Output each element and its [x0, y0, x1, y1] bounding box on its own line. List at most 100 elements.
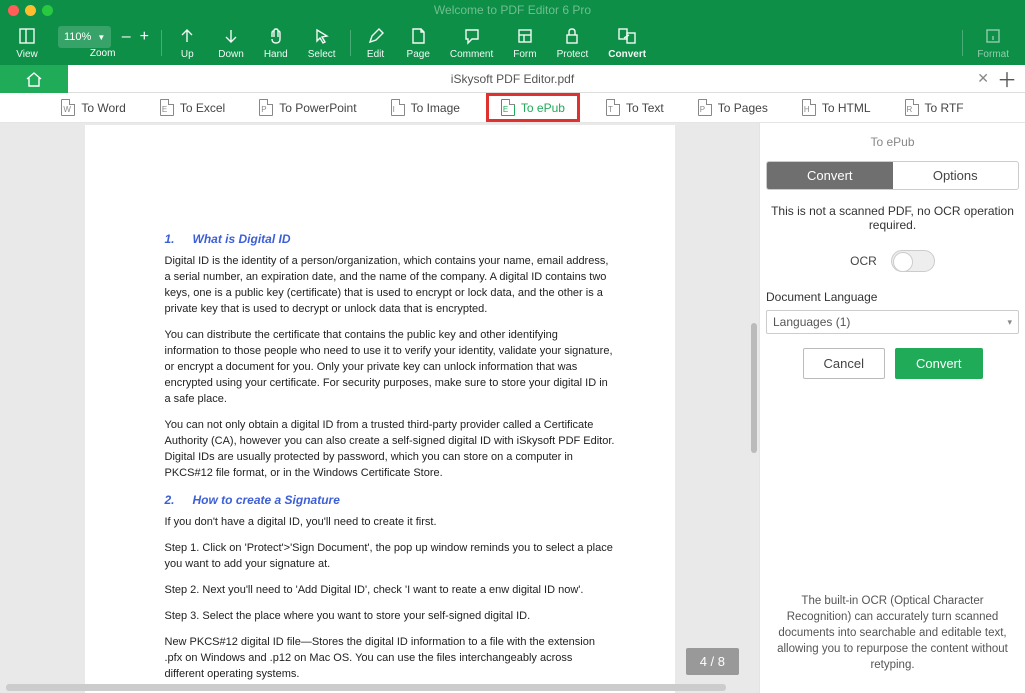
pencil-icon	[365, 25, 387, 47]
main-toolbar: View 110%▼ – + Zoom Up Down Hand Select …	[0, 20, 1025, 65]
edit-button[interactable]: Edit	[365, 25, 387, 60]
file-icon: P	[259, 99, 273, 116]
view-icon	[16, 25, 38, 47]
comment-label: Comment	[450, 49, 493, 60]
language-label: Document Language	[766, 290, 1019, 304]
view-label: View	[16, 49, 38, 60]
tab-strip: iSkysoft PDF Editor.pdf ✕ ＋	[0, 65, 1025, 93]
paragraph: Step 3. Select the place where you want …	[165, 609, 615, 625]
app-title: Welcome to PDF Editor 6 Pro	[0, 3, 1025, 17]
hand-label: Hand	[264, 49, 288, 60]
file-icon: I	[391, 99, 405, 116]
to-image-button[interactable]: ITo Image	[383, 96, 468, 119]
heading-num: 1.	[165, 231, 193, 248]
cursor-icon	[311, 25, 333, 47]
to-word-label: To Word	[81, 101, 125, 115]
to-pages-label: To Pages	[718, 101, 768, 115]
horizontal-scrollbar[interactable]	[6, 684, 726, 691]
convert-side-panel: To ePub Convert Options This is not a sc…	[759, 123, 1025, 693]
convert-action-button[interactable]: Convert	[895, 348, 983, 379]
language-select[interactable]: Languages (1)▾	[766, 310, 1019, 334]
to-word-button[interactable]: WTo Word	[53, 96, 133, 119]
convert-button[interactable]: Convert	[608, 25, 646, 60]
tab-convert[interactable]: Convert	[767, 162, 893, 189]
heading-1: 1.What is Digital ID	[165, 231, 615, 248]
up-label: Up	[181, 49, 194, 60]
panel-title: To ePub	[766, 135, 1019, 149]
ocr-label: OCR	[850, 254, 877, 268]
page-indicator: 4 / 8	[686, 648, 739, 675]
ocr-description: The built-in OCR (Optical Character Reco…	[766, 593, 1019, 681]
page-button[interactable]: Page	[407, 25, 430, 60]
to-epub-label: To ePub	[521, 101, 565, 115]
paragraph: You can distribute the certificate that …	[165, 328, 615, 408]
zoom-select[interactable]: 110%▼	[58, 26, 111, 48]
to-html-button[interactable]: HTo HTML	[794, 96, 879, 119]
file-icon: R	[905, 99, 919, 116]
file-icon: E	[501, 99, 515, 116]
convert-label: Convert	[608, 49, 646, 60]
paragraph: If you don't have a digital ID, you'll n…	[165, 515, 615, 531]
hand-icon	[265, 25, 287, 47]
ocr-toggle[interactable]	[891, 250, 935, 272]
format-button[interactable]: Format	[977, 25, 1009, 60]
zoom-in-button[interactable]: +	[135, 28, 153, 46]
paragraph: You can not only obtain a digital ID fro…	[165, 418, 615, 482]
arrow-down-icon	[220, 25, 242, 47]
ocr-message: This is not a scanned PDF, no OCR operat…	[766, 204, 1019, 232]
file-icon: P	[698, 99, 712, 116]
cancel-button[interactable]: Cancel	[803, 348, 885, 379]
heading-2: 2.How to create a Signature	[165, 492, 615, 509]
paragraph: Step 1. Click on 'Protect'>'Sign Documen…	[165, 541, 615, 573]
lock-icon	[561, 25, 583, 47]
format-label: Format	[977, 49, 1009, 60]
page-icon	[407, 25, 429, 47]
to-text-button[interactable]: TTo Text	[598, 96, 672, 119]
heading-text: How to create a Signature	[193, 493, 340, 507]
to-powerpoint-button[interactable]: P To PowerPoint	[251, 96, 364, 119]
comment-button[interactable]: Comment	[450, 25, 493, 60]
zoom-out-button[interactable]: –	[117, 28, 135, 46]
hand-button[interactable]: Hand	[264, 25, 288, 60]
close-tab-button[interactable]: ✕	[977, 70, 989, 87]
to-text-label: To Text	[626, 101, 664, 115]
to-pages-button[interactable]: P To Pages	[690, 96, 776, 119]
paragraph: Step 2. Next you'll need to 'Add Digital…	[165, 583, 615, 599]
select-button[interactable]: Select	[308, 25, 336, 60]
titlebar: Welcome to PDF Editor 6 Pro	[0, 0, 1025, 20]
to-excel-button[interactable]: E To Excel	[152, 96, 233, 119]
heading-num: 2.	[165, 492, 193, 509]
up-button[interactable]: Up	[176, 25, 198, 60]
view-button[interactable]: View	[16, 25, 38, 60]
form-icon	[514, 25, 536, 47]
select-label: Select	[308, 49, 336, 60]
form-button[interactable]: Form	[513, 25, 536, 60]
chevron-down-icon: ▼	[97, 33, 105, 42]
new-tab-button[interactable]: ＋	[997, 64, 1017, 93]
protect-button[interactable]: Protect	[557, 25, 589, 60]
paragraph: Digital ID is the identity of a person/o…	[165, 254, 615, 318]
form-label: Form	[513, 49, 536, 60]
panel-actions: Cancel Convert	[766, 348, 1019, 379]
arrow-up-icon	[176, 25, 198, 47]
down-label: Down	[218, 49, 244, 60]
to-epub-button[interactable]: E To ePub	[486, 93, 580, 122]
comment-icon	[461, 25, 483, 47]
document-tab-title: iSkysoft PDF Editor.pdf	[0, 72, 1025, 86]
to-excel-label: To Excel	[180, 101, 225, 115]
vertical-scrollbar[interactable]	[751, 323, 757, 453]
page-label: Page	[407, 49, 430, 60]
info-icon	[982, 25, 1004, 47]
separator	[962, 30, 963, 56]
tab-options[interactable]: Options	[893, 162, 1019, 189]
separator	[350, 30, 351, 56]
to-rtf-button[interactable]: R To RTF	[897, 96, 972, 119]
workspace: 1.What is Digital ID Digital ID is the i…	[0, 123, 1025, 693]
edit-label: Edit	[367, 49, 384, 60]
document-viewport[interactable]: 1.What is Digital ID Digital ID is the i…	[0, 123, 759, 693]
down-button[interactable]: Down	[218, 25, 244, 60]
to-powerpoint-label: To PowerPoint	[279, 101, 356, 115]
chevron-down-icon: ▾	[1007, 317, 1012, 328]
to-rtf-label: To RTF	[925, 101, 964, 115]
file-icon: E	[160, 99, 174, 116]
